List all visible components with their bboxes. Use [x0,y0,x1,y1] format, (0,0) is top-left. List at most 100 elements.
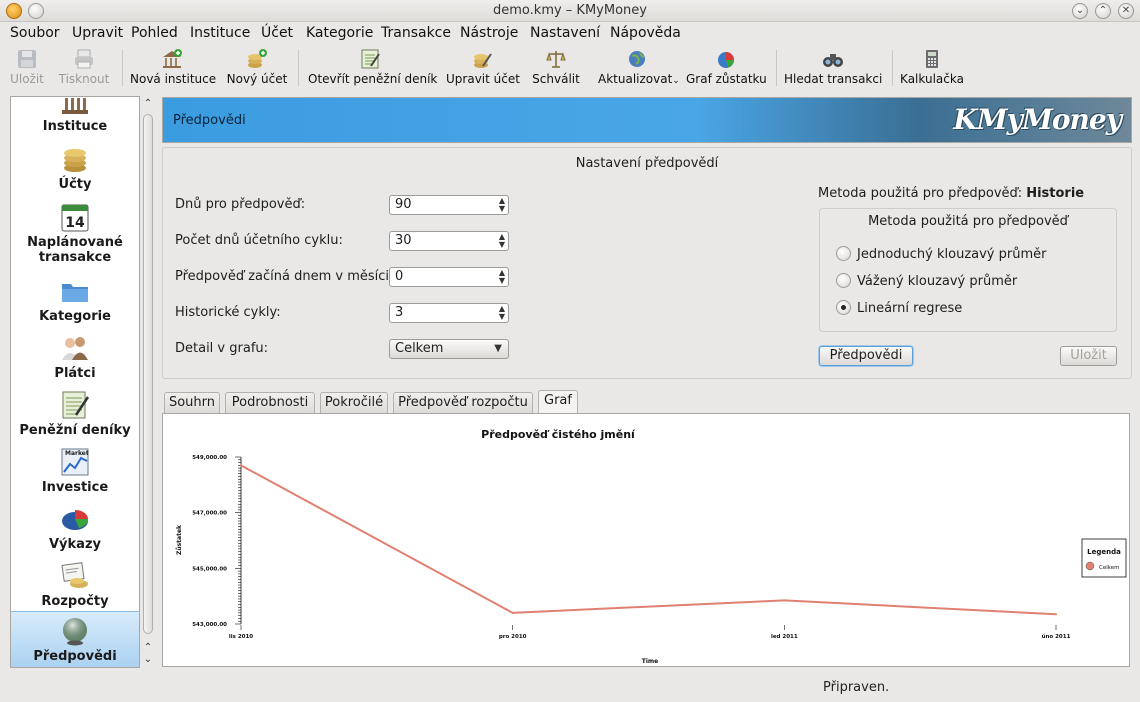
cycle-label: Počet dnů účetního cyklu: [175,233,343,248]
chart-x-tick-label: pro 2010 [499,634,527,640]
scroll-down-icon[interactable]: ⌄ [142,654,154,666]
sidebar-item-forecast[interactable]: Předpovědi [11,611,139,667]
update-button[interactable]: Aktualizovat⌄ [598,46,680,90]
scrollbar-thumb[interactable] [143,114,153,634]
menu-institution[interactable]: Instituce [190,25,250,41]
menu-account[interactable]: Účet [261,25,293,41]
spin-arrows-icon[interactable]: ▲ ▼ [499,233,505,249]
method-radio-linear[interactable]: Lineární regrese [836,300,962,316]
maximize-icon[interactable]: ⌃ [1095,3,1111,19]
chart-data-point [783,599,786,602]
spin-arrows-icon[interactable]: ▲ ▼ [499,197,505,213]
legend-title: Legenda [1087,548,1121,556]
menu-view[interactable]: Pohled [131,25,178,41]
calculator-label: Kalkulačka [900,72,964,86]
forecast-chart: Předpověď čistého jmění Zůstatek Time 54… [176,428,1127,665]
balance-chart-button[interactable]: Graf zůstatku [686,46,767,90]
forecast-button[interactable]: Předpovědi [819,346,913,366]
history-label: Historické cykly: [175,305,281,320]
days-spinbox[interactable]: 90 ▲ ▼ [389,195,509,215]
spin-arrows-icon[interactable]: ▲ ▼ [499,305,505,321]
sidebar-item-categories[interactable]: Kategorie [11,275,139,329]
menu-settings[interactable]: Nastavení [530,25,600,41]
chart-x-axis-label: Time [642,658,658,665]
method-group-title: Metoda použitá pro předpověď [868,214,1068,229]
detail-label: Detail v grafu: [175,341,269,356]
spin-arrows-icon[interactable]: ▲ ▼ [499,269,505,285]
menu-tools[interactable]: Nástroje [460,25,518,41]
ledger-icon [361,49,380,69]
radio-indicator[interactable] [836,246,851,261]
calculator-button[interactable]: Kalkulačka [900,46,964,90]
reconcile-button[interactable]: Schválit [532,46,580,90]
history-spinbox[interactable]: 3 ▲ ▼ [389,303,509,323]
cycle-spinbox[interactable]: 30 ▲ ▼ [389,231,509,251]
sidebar-item-accounts[interactable]: Účty [11,143,139,197]
method-radio-label: Lineární regrese [857,301,963,316]
print-button[interactable]: Tisknout [56,46,112,90]
tab-summary[interactable]: Souhrn [164,392,220,414]
edit-account-icon [474,53,492,68]
printer-icon [75,49,93,69]
sidebar-item-label: Předpovědi [33,649,117,664]
print-label: Tisknout [58,72,110,86]
kmymoney-logo: KMyMoney [953,103,1122,136]
toolbar-separator [776,50,777,86]
sidebar-item-investments[interactable]: Market Investice [11,446,139,500]
radio-indicator[interactable] [836,300,851,315]
detail-combobox[interactable]: Celkem ▼ [389,339,509,359]
minimize-icon[interactable]: ⌄ [1072,3,1088,19]
menu-help[interactable]: Nápověda [610,25,681,41]
chevron-down-icon: ▼ [494,343,502,354]
legend-series-label: Celkem [1099,565,1119,571]
new-institution-button[interactable]: Nová instituce [130,46,216,90]
find-transaction-button[interactable]: Hledat transakci [784,46,882,90]
sidebar-item-label: Kategorie [39,309,111,324]
investment-icon: Market [61,448,89,476]
chart-y-tick-label: 543,000.00 [192,622,227,628]
method-radio-simple[interactable]: Jednoduchý klouzavý průměr [836,246,1046,262]
radio-indicator[interactable] [836,273,851,288]
new-account-button[interactable]: Nový účet [226,46,288,90]
chart-axes: 549,000.00 547,000.00 545,000.00 543,000.00… [192,455,1070,640]
save-button[interactable]: Uložit [8,46,46,90]
method-radio-label: Vážený klouzavý průměr [857,274,1018,289]
menu-file[interactable]: Soubor [10,25,60,41]
chart-y-tick-label: 547,000.00 [192,511,227,517]
status-bar-text: Připraven. [823,680,890,695]
start-day-spinbox[interactable]: 0 ▲ ▼ [389,267,509,287]
close-icon[interactable]: ✕ [1118,3,1134,19]
open-ledger-label: Otevřít peněžní deník [308,72,438,86]
tab-budget-forecast[interactable]: Předpověď rozpočtu [393,392,533,414]
menu-category[interactable]: Kategorie [306,25,373,41]
save-forecast-button[interactable]: Uložit [1060,346,1117,366]
sidebar-item-institutions[interactable]: Instituce [11,97,139,139]
forecast-icon [63,618,87,646]
sidebar-item-ledgers[interactable]: Peněžní deníky [11,389,139,443]
days-value: 90 [395,197,412,212]
menu-transaction[interactable]: Transakce [381,25,451,41]
budget-icon [61,562,88,588]
sidebar-item-budgets[interactable]: Rozpočty [11,560,139,614]
edit-account-label: Upravit účet [446,72,520,86]
method-radio-weighted[interactable]: Vážený klouzavý průměr [836,273,1017,289]
sidebar-item-payees[interactable]: Plátci [11,332,139,386]
sidebar-item-scheduled[interactable]: 14 Naplánované transakce [11,201,139,271]
sidebar-scrollbar[interactable]: ⌃ ⌃ ⌄ [141,96,155,668]
sidebar-item-reports[interactable]: Výkazy [11,503,139,557]
scroll-up-icon[interactable]: ⌃ [142,98,154,110]
tab-details[interactable]: Podrobnosti [225,392,315,414]
update-dropdown-icon[interactable]: ⌄ [672,76,680,86]
method-used-value: Historie [1026,186,1085,201]
method-used-label: Metoda použitá pro předpověď: [818,186,1023,201]
tab-advanced[interactable]: Pokročilé [320,392,388,414]
chart-y-tick-label: 549,000.00 [192,455,227,461]
tab-chart[interactable]: Graf [538,390,578,415]
open-ledger-button[interactable]: Otevřít peněžní deník [308,46,437,90]
menu-edit[interactable]: Upravit [72,25,123,41]
ledger-icon [62,391,90,419]
save-icon [18,50,36,68]
chart-data-point [511,611,514,614]
edit-account-button[interactable]: Upravit účet [446,46,520,90]
scroll-up-icon[interactable]: ⌃ [142,642,154,654]
